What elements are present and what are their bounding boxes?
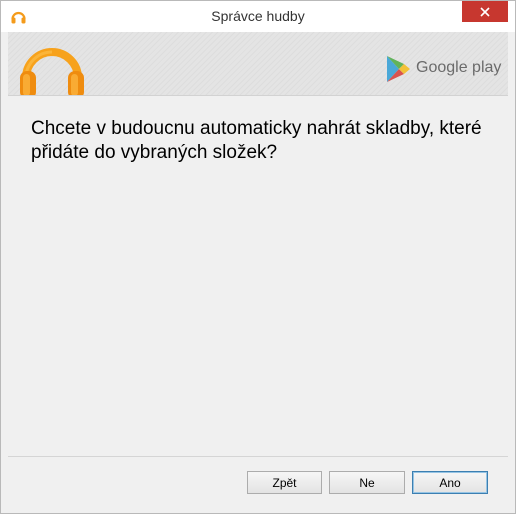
close-icon bbox=[480, 6, 490, 17]
dialog-window: Správce hudby Google play Chcete v budou… bbox=[0, 0, 516, 514]
title-bar[interactable]: Správce hudby bbox=[1, 1, 515, 32]
back-button[interactable]: Zpět bbox=[247, 471, 322, 494]
google-play-logo: Google play bbox=[385, 55, 505, 85]
yes-button[interactable]: Ano bbox=[412, 471, 488, 494]
header-banner: Google play bbox=[8, 32, 508, 96]
google-play-triangle-icon bbox=[387, 56, 410, 82]
no-button[interactable]: Ne bbox=[329, 471, 405, 494]
google-play-text: Google play bbox=[416, 59, 502, 76]
footer-separator bbox=[8, 456, 508, 457]
question-text: Chcete v budoucnu automaticky nahrát skl… bbox=[31, 118, 482, 163]
headphones-logo bbox=[20, 48, 84, 95]
window-title: Správce hudby bbox=[211, 8, 305, 24]
dialog-content: Chcete v budoucnu automaticky nahrát skl… bbox=[8, 96, 508, 456]
close-button[interactable] bbox=[462, 1, 508, 22]
